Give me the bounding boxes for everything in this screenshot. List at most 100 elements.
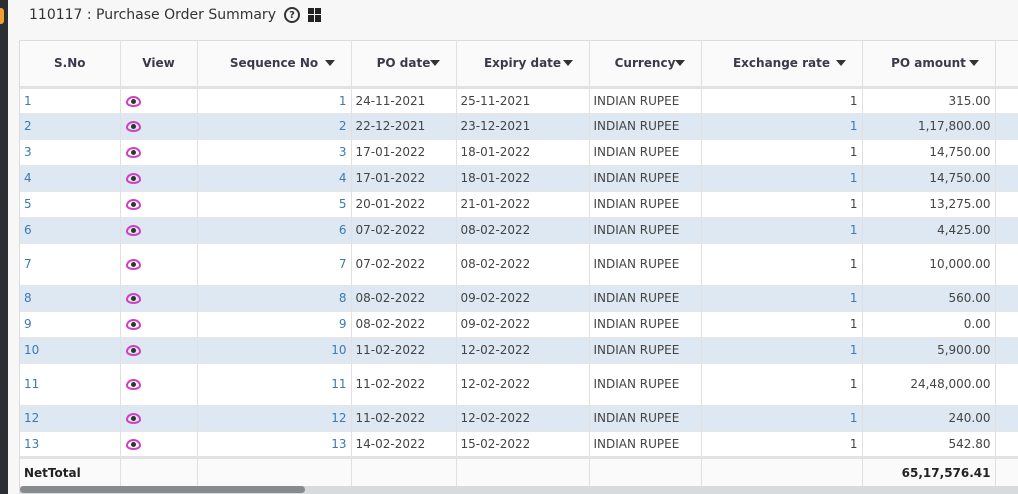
view-eye-icon[interactable] [125,379,141,390]
table-cell [995,217,1018,244]
table-cell: 13,275.00 [862,191,996,218]
view-eye-icon[interactable] [125,199,141,210]
table-cell [120,191,198,218]
net-total-row: NetTotal 65,17,576.41 [20,455,1018,488]
sequence-no-link[interactable]: 11 [197,363,352,406]
sort-dropdown-icon[interactable] [562,60,573,66]
table-row: 4 4 17-01-2022 18-01-2022 INDIAN RUPEE 1 14,75… [20,165,1018,192]
table-cell [120,243,198,286]
table-cell: 11 [20,363,121,406]
column-header-label: S.No [54,56,86,71]
table-cell: 1 [701,311,863,338]
sequence-no-link[interactable]: 7 [197,243,352,286]
column-header[interactable]: View [120,41,198,89]
table-cell: 542.80 [862,431,996,458]
column-header[interactable]: PO date [351,41,457,89]
table-row: 8 8 08-02-2022 09-02-2022 INDIAN RUPEE 1 560.0… [20,285,1018,312]
view-eye-icon[interactable] [125,95,141,107]
column-settings-icon[interactable] [307,8,321,22]
help-icon[interactable]: ? [283,7,300,23]
table-cell: 21-01-2022 [456,191,590,218]
view-eye-icon[interactable] [125,147,141,158]
horizontal-scrollbar[interactable] [19,486,1018,494]
table-cell [120,87,198,114]
column-header[interactable]: Sequence No [197,41,352,89]
table-row: 9 9 08-02-2022 09-02-2022 INDIAN RUPEE 1 0.00 [20,311,1018,338]
column-header[interactable]: Co [995,41,1018,89]
scrollbar-thumb[interactable] [20,486,305,493]
table-cell: 1 [701,405,863,432]
sequence-no-link[interactable]: 3 [197,139,352,166]
sequence-no-link[interactable]: 8 [197,285,352,312]
sort-dropdown-icon[interactable] [324,60,335,66]
column-header[interactable]: Expiry date [456,41,590,89]
table-cell: 12-02-2022 [456,337,590,364]
table-cell [120,311,198,338]
table-cell: INDIAN RUPEE [589,113,702,140]
table-cell: INDIAN RUPEE [589,139,702,166]
table-cell [995,337,1018,364]
table-cell: 07-02-2022 [351,243,457,286]
table-cell: 15-02-2022 [456,431,590,458]
table-cell [120,405,198,432]
left-sidebar [0,0,8,494]
table-cell [995,165,1018,192]
table-cell: INDIAN RUPEE [589,243,702,286]
table-cell: INDIAN RUPEE [589,87,702,114]
sort-dropdown-icon[interactable] [835,60,846,66]
sequence-no-link[interactable]: 2 [197,113,352,140]
table-cell: 1 [701,285,863,312]
table-row: 3 3 17-01-2022 18-01-2022 INDIAN RUPEE 1 14,75… [20,139,1018,166]
table-cell: 8 [20,285,121,312]
table-cell [995,405,1018,432]
sort-dropdown-icon[interactable] [674,60,685,66]
sequence-no-link[interactable]: 12 [197,405,352,432]
sequence-no-link[interactable]: 4 [197,165,352,192]
table-cell: 13 [20,431,121,458]
table-cell: INDIAN RUPEE [589,337,702,364]
table-cell: 14,750.00 [862,139,996,166]
sort-dropdown-icon[interactable] [968,60,979,66]
sequence-no-link[interactable]: 13 [197,431,352,458]
view-eye-icon[interactable] [125,225,141,236]
sidebar-tab[interactable] [0,8,4,24]
total-cell: 65,17,576.41 [862,455,996,488]
view-eye-icon[interactable] [125,173,141,184]
view-eye-icon[interactable] [125,345,141,356]
view-eye-icon[interactable] [125,413,141,424]
sequence-no-link[interactable]: 9 [197,311,352,338]
view-eye-icon[interactable] [125,293,141,304]
table-cell [120,165,198,192]
sequence-no-link[interactable]: 1 [197,87,352,114]
table-cell: 14,750.00 [862,165,996,192]
table-cell [120,285,198,312]
table-cell [120,113,198,140]
total-cell [120,455,198,488]
total-cell [456,455,590,488]
column-header[interactable]: S.No [20,41,121,89]
sequence-no-link[interactable]: 6 [197,217,352,244]
table-cell: 1 [701,337,863,364]
total-cell [351,455,457,488]
table-cell: 12 [20,405,121,432]
total-cell: NetTotal [20,455,121,488]
column-header[interactable]: Currency [589,41,702,89]
table-cell: 20-01-2022 [351,191,457,218]
table-cell [995,431,1018,458]
sequence-no-link[interactable]: 10 [197,337,352,364]
column-header-label: Currency [614,56,676,71]
table-cell: 6 [20,217,121,244]
view-eye-icon[interactable] [125,319,141,330]
table-cell: 18-01-2022 [456,139,590,166]
sort-dropdown-icon[interactable] [429,60,440,66]
view-eye-icon[interactable] [125,438,141,450]
table-cell [995,113,1018,140]
view-eye-icon[interactable] [125,259,141,270]
sequence-no-link[interactable]: 5 [197,191,352,218]
column-header-label: PO amount [891,56,966,71]
table-cell: 1 [701,217,863,244]
view-eye-icon[interactable] [125,121,141,132]
column-header[interactable]: PO amount [862,41,996,89]
column-header[interactable]: Exchange rate [701,41,863,89]
table-cell: INDIAN RUPEE [589,285,702,312]
